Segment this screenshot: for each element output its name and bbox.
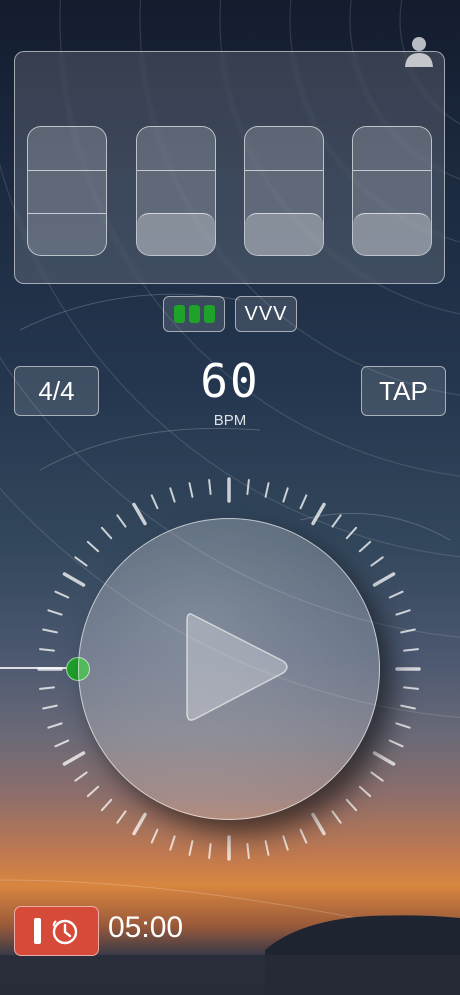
dial-minor-tick <box>100 526 113 540</box>
dial-minor-tick <box>150 494 159 510</box>
dial-minor-tick <box>100 798 113 812</box>
time-signature-label: 4/4 <box>38 375 75 406</box>
dial-minor-tick <box>116 514 127 528</box>
accent-label: VVV <box>244 302 288 325</box>
beat-column-1[interactable] <box>27 126 107 256</box>
dial-minor-tick <box>388 739 404 748</box>
dial-major-tick <box>372 751 396 766</box>
beat-segment[interactable] <box>137 170 215 213</box>
dial-minor-tick <box>299 828 308 844</box>
dial-minor-tick <box>169 487 176 503</box>
dial-major-tick <box>372 572 396 587</box>
dial-minor-tick <box>345 798 358 812</box>
beat-column-2[interactable] <box>136 126 216 256</box>
dial-minor-tick <box>299 494 308 510</box>
beat-column-4[interactable] <box>352 126 432 256</box>
dial-minor-tick <box>208 479 212 495</box>
dial-minor-tick <box>264 482 270 498</box>
timer-value: 05:00 <box>108 911 184 944</box>
time-signature-button[interactable]: 4/4 <box>14 366 99 416</box>
dial-minor-tick <box>370 556 384 567</box>
dial-minor-tick <box>116 810 127 824</box>
tap-tempo-button[interactable]: TAP <box>361 366 446 416</box>
dial-minor-tick <box>400 704 416 710</box>
dial-minor-tick <box>282 835 289 851</box>
dial-major-tick <box>132 502 147 526</box>
accent-toggle-button[interactable]: VVV <box>235 296 297 332</box>
dial-pointer-line <box>0 667 70 669</box>
dial-minor-tick <box>403 648 419 652</box>
dial-minor-tick <box>47 722 63 729</box>
dial-minor-tick <box>86 785 100 798</box>
beat-segment[interactable] <box>28 213 106 255</box>
play-icon <box>186 613 288 721</box>
dial-minor-tick <box>188 482 194 498</box>
beat-segment-active[interactable] <box>245 213 323 255</box>
dial-major-tick <box>311 812 326 836</box>
dial-minor-tick <box>388 590 404 599</box>
dial-major-tick <box>62 751 86 766</box>
dial-minor-tick <box>54 739 70 748</box>
beat-segment[interactable] <box>353 170 431 213</box>
tempo-value: 60 <box>200 354 260 408</box>
tempo-unit: BPM <box>213 412 247 429</box>
beat-segment[interactable] <box>245 170 323 213</box>
dial-minor-tick <box>188 840 194 856</box>
dial-minor-tick <box>264 840 270 856</box>
beat-segment-active[interactable] <box>137 213 215 255</box>
dial-minor-tick <box>358 785 372 798</box>
dial-major-tick <box>311 502 326 526</box>
dial-minor-tick <box>331 810 342 824</box>
beat-segment[interactable] <box>28 170 106 213</box>
dial-minor-tick <box>47 609 63 616</box>
beat-segment[interactable] <box>28 127 106 170</box>
dial-minor-tick <box>169 835 176 851</box>
beat-segment[interactable] <box>353 127 431 170</box>
dial-major-tick <box>132 812 147 836</box>
dial-minor-tick <box>150 828 159 844</box>
dial-minor-tick <box>400 628 416 634</box>
beat-column-3[interactable] <box>244 126 324 256</box>
tap-label: TAP <box>379 375 428 406</box>
dial-minor-tick <box>331 514 342 528</box>
beat-segment-active[interactable] <box>353 213 431 255</box>
dial-minor-tick <box>39 686 55 690</box>
dial-minor-tick <box>246 843 250 859</box>
three-green-bars-icon <box>172 305 217 323</box>
dial-minor-tick <box>86 540 100 553</box>
dial-minor-tick <box>358 540 372 553</box>
dial-minor-tick <box>74 771 88 782</box>
dial-minor-tick <box>345 526 358 540</box>
dial-minor-tick <box>39 648 55 652</box>
timer-button[interactable] <box>14 906 99 956</box>
stopwatch-icon <box>52 919 78 945</box>
dial-minor-tick <box>42 704 58 710</box>
timer-bar-icon <box>34 918 41 944</box>
dial-minor-tick <box>370 771 384 782</box>
dial-minor-tick <box>208 843 212 859</box>
dial-major-tick <box>62 572 86 587</box>
beat-segment[interactable] <box>245 127 323 170</box>
play-button[interactable] <box>78 518 380 820</box>
sound-toggle-button[interactable] <box>163 296 225 332</box>
dial-minor-tick <box>42 628 58 634</box>
dial-minor-tick <box>54 590 70 599</box>
beat-segment[interactable] <box>137 127 215 170</box>
dial-minor-tick <box>395 722 411 729</box>
dial-minor-tick <box>395 609 411 616</box>
dial-minor-tick <box>246 479 250 495</box>
dial-minor-tick <box>74 556 88 567</box>
dial-minor-tick <box>282 487 289 503</box>
dial-minor-tick <box>403 686 419 690</box>
profile-icon[interactable] <box>404 35 434 67</box>
